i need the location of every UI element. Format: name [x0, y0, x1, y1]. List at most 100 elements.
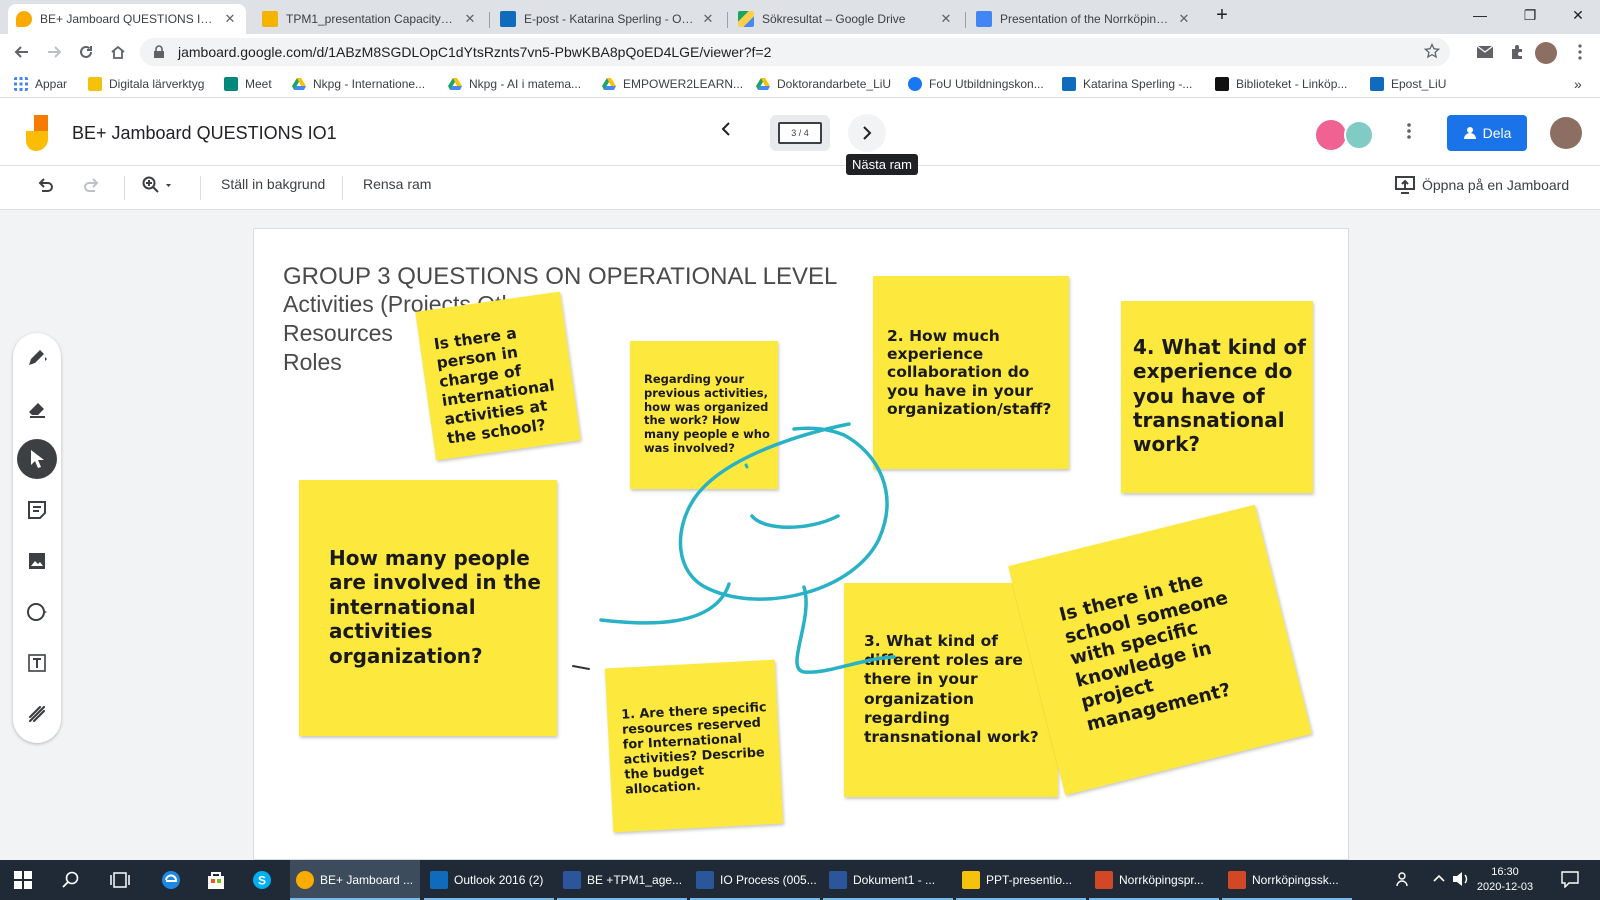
document-title[interactable]: BE+ Jamboard QUESTIONS IO1 — [72, 123, 337, 144]
sticky-note-icon — [28, 501, 46, 519]
browser-tab[interactable]: Presentation of the Norrköping n ✕ — [968, 4, 1200, 34]
collaborator-avatar[interactable] — [1344, 120, 1374, 150]
circle-shape-icon — [27, 603, 47, 621]
bookmark-epost-liu[interactable]: Epost_LiU — [1370, 75, 1446, 93]
browser-tab-strip: BE+ Jamboard QUESTIONS IO1 - ✕ TPM1_pres… — [0, 0, 1600, 34]
sticky-note-tool[interactable] — [17, 490, 57, 530]
more-options-icon[interactable] — [1407, 123, 1411, 144]
bookmark-empower2learn[interactable]: EMPOWER2LEARN... — [602, 75, 743, 93]
system-clock[interactable]: 16:30 2020-12-03 — [1470, 865, 1540, 895]
facebook-icon — [908, 77, 922, 91]
laser-tool[interactable] — [17, 694, 57, 734]
undo-button[interactable] — [36, 176, 54, 197]
reload-button[interactable] — [74, 40, 98, 64]
liu-icon — [1215, 77, 1229, 91]
browser-tab[interactable]: Sökresultat – Google Drive ✕ — [730, 4, 962, 34]
user-avatar[interactable] — [1550, 117, 1582, 149]
minimize-button[interactable]: — — [1457, 0, 1503, 30]
notifications-icon[interactable] — [1560, 870, 1580, 892]
taskbar-item-chrome[interactable]: BE+ Jamboard ... — [290, 860, 420, 900]
volume-icon[interactable] — [1452, 871, 1470, 891]
browser-tab[interactable]: TPM1_presentation Capacity Buil ✕ — [254, 4, 486, 34]
frame-bar-toggle[interactable]: 3 / 4 — [770, 115, 830, 151]
windows-start-icon[interactable] — [14, 871, 32, 893]
tab-title: E-post - Katarina Sperling - Outlo — [524, 12, 694, 26]
bookmark-digitala[interactable]: Digitala lärverktyg — [88, 75, 204, 93]
bookmark-meet[interactable]: Meet — [224, 75, 272, 93]
taskbar-item-powerpoint[interactable]: Norrköpingspr... — [1089, 860, 1219, 900]
share-button[interactable]: Dela — [1447, 115, 1527, 151]
clock-date: 2020-12-03 — [1476, 881, 1534, 893]
restore-button[interactable]: ❐ — [1507, 0, 1553, 30]
forward-button[interactable] — [42, 40, 66, 64]
reload-icon — [80, 45, 92, 58]
close-tab-icon[interactable]: ✕ — [1176, 11, 1192, 27]
task-view-icon[interactable] — [110, 871, 130, 893]
folder-icon — [88, 77, 102, 91]
bookmark-nkpg-internationell[interactable]: Nkpg - Internatione... — [292, 75, 425, 93]
mail-extension-icon[interactable] — [1475, 42, 1495, 62]
select-tool[interactable] — [17, 439, 57, 479]
collaborator-avatar[interactable] — [1316, 120, 1346, 150]
taskbar-item-word[interactable]: IO Process (005... — [690, 860, 820, 900]
bookmark-label: Katarina Sperling -... — [1083, 77, 1193, 91]
tab-separator — [727, 12, 728, 28]
new-tab-button[interactable]: + — [1205, 0, 1239, 30]
tab-title: Presentation of the Norrköping n — [1000, 12, 1170, 26]
bookmark-biblioteket[interactable]: Biblioteket - Linköp... — [1215, 75, 1347, 93]
taskbar-label: BE+ Jamboard ... — [320, 873, 414, 887]
ink-smile-stroke — [750, 514, 840, 529]
taskbar-item-word[interactable]: Dokument1 - ... — [823, 860, 953, 900]
bookmark-fou[interactable]: FoU Utbildningskon... — [908, 75, 1044, 93]
bookmark-appar[interactable]: Appar — [14, 75, 67, 93]
eraser-tool[interactable] — [17, 388, 57, 428]
extensions-puzzle-icon[interactable] — [1507, 42, 1527, 62]
close-window-button[interactable]: ✕ — [1555, 0, 1600, 30]
shape-tool[interactable] — [17, 592, 57, 632]
browser-tab[interactable]: E-post - Katarina Sperling - Outlo ✕ — [492, 4, 724, 34]
show-hidden-icons-icon[interactable] — [1432, 871, 1446, 889]
close-tab-icon[interactable]: ✕ — [700, 11, 716, 27]
bookmark-doktorandarbete[interactable]: Doktorandarbete_LiU — [756, 75, 891, 93]
clear-frame-button[interactable]: Rensa ram — [363, 176, 431, 192]
word-icon — [563, 871, 581, 889]
redo-button[interactable] — [83, 176, 101, 197]
previous-frame-button[interactable] — [720, 120, 732, 141]
taskbar-item-folder[interactable]: PPT-presentio... — [956, 860, 1086, 900]
edge-browser-icon[interactable] — [160, 869, 182, 895]
profile-avatar[interactable] — [1535, 42, 1557, 64]
text-box-tool[interactable] — [17, 643, 57, 683]
bookmarks-overflow-button[interactable]: » — [1574, 75, 1582, 93]
next-frame-button[interactable] — [848, 114, 886, 152]
search-icon[interactable] — [62, 871, 80, 893]
store-icon[interactable] — [205, 869, 227, 895]
zoom-button[interactable] — [142, 176, 172, 197]
taskbar-item-word[interactable]: BE +TPM1_age... — [557, 860, 687, 900]
bookmark-nkpg-ai[interactable]: Nkpg - AI i matema... — [448, 75, 581, 93]
taskbar-item-powerpoint[interactable]: Norrköpingssk... — [1222, 860, 1352, 900]
tab-title: TPM1_presentation Capacity Buil — [286, 12, 456, 26]
home-button[interactable] — [106, 40, 130, 64]
tool-palette — [13, 333, 61, 743]
bookmark-katarina-outlook[interactable]: Katarina Sperling -... — [1062, 75, 1192, 93]
browser-tab[interactable]: BE+ Jamboard QUESTIONS IO1 - ✕ — [8, 4, 246, 34]
word-icon — [829, 871, 847, 889]
set-background-button[interactable]: Ställ in bakgrund — [221, 176, 325, 192]
skype-icon[interactable]: S — [251, 869, 273, 895]
tab-title: BE+ Jamboard QUESTIONS IO1 - — [40, 12, 216, 26]
bookmark-star-icon[interactable] — [1424, 43, 1440, 59]
address-bar[interactable]: jamboard.google.com/d/1ABzM8SGDLOpC1dYts… — [140, 38, 1450, 66]
browser-menu-icon[interactable] — [1570, 42, 1590, 62]
jam-frame[interactable]: GROUP 3 QUESTIONS ON OPERATIONAL LEVEL A… — [253, 228, 1349, 860]
close-tab-icon[interactable]: ✕ — [222, 11, 238, 27]
taskbar-item-outlook[interactable]: Outlook 2016 (2) — [424, 860, 554, 900]
image-tool[interactable] — [17, 541, 57, 581]
tab-title: Sökresultat – Google Drive — [762, 12, 906, 26]
back-button[interactable] — [10, 40, 34, 64]
people-icon[interactable] — [1395, 870, 1413, 892]
drive-icon — [756, 78, 770, 90]
close-tab-icon[interactable]: ✕ — [938, 11, 954, 27]
pen-tool[interactable] — [17, 337, 57, 377]
open-in-jamboard-button[interactable]: Öppna på en Jamboard — [1395, 176, 1569, 194]
close-tab-icon[interactable]: ✕ — [462, 11, 478, 27]
